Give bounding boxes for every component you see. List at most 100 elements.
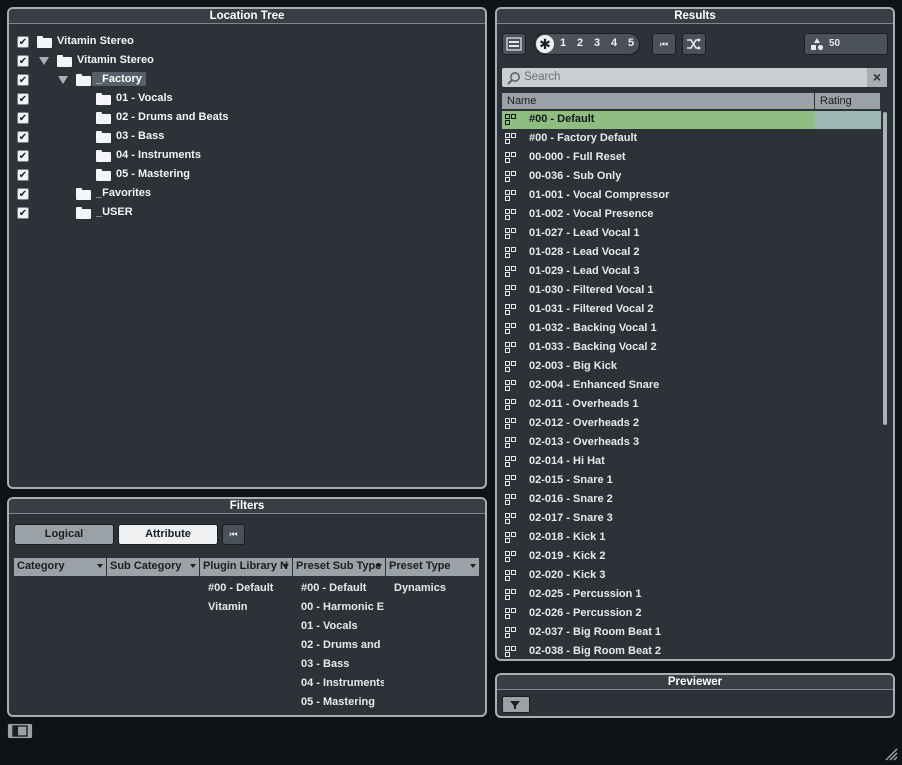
filter-value[interactable]: Dynamics: [394, 582, 478, 594]
reset-filter-button[interactable]: ⏮: [222, 524, 245, 545]
rating-column-header[interactable]: Rating: [815, 93, 881, 109]
result-row[interactable]: 02-018 - Kick 1: [502, 529, 881, 548]
tree-checkbox[interactable]: ✔: [17, 93, 29, 105]
preset-icon: [505, 361, 517, 373]
search-field[interactable]: Search ×: [502, 68, 887, 87]
result-row[interactable]: 02-017 - Snare 3: [502, 510, 881, 529]
result-row[interactable]: 01-027 - Lead Vocal 1: [502, 225, 881, 244]
preset-2[interactable]: 2: [577, 37, 583, 49]
result-row[interactable]: 01-001 - Vocal Compressor: [502, 187, 881, 206]
filter-value[interactable]: 04 - Instruments: [301, 677, 384, 689]
result-name: 01-029 - Lead Vocal 3: [529, 265, 640, 277]
result-row[interactable]: 02-013 - Overheads 3: [502, 434, 881, 453]
tree-item-label: Vitamin Stereo: [77, 54, 154, 66]
result-row[interactable]: 02-037 - Big Room Beat 1: [502, 624, 881, 643]
result-row[interactable]: 02-038 - Big Room Beat 2: [502, 643, 881, 659]
filter-column-header[interactable]: Category: [14, 558, 107, 576]
name-column-header[interactable]: Name: [502, 93, 815, 109]
result-row[interactable]: 02-014 - Hi Hat: [502, 453, 881, 472]
result-row[interactable]: #00 - Factory Default: [502, 130, 881, 149]
tree-checkbox[interactable]: ✔: [17, 112, 29, 124]
previous-button[interactable]: ⏮: [652, 33, 676, 55]
tree-checkbox[interactable]: ✔: [17, 131, 29, 143]
show-location-button[interactable]: [502, 33, 526, 55]
tree-checkbox[interactable]: ✔: [17, 55, 29, 67]
tree-checkbox[interactable]: ✔: [17, 169, 29, 181]
logical-filter-button[interactable]: Logical: [14, 524, 114, 545]
preset-number-filter[interactable]: ✱ 1 2 3 4 5: [534, 33, 640, 55]
result-row[interactable]: 00-036 - Sub Only: [502, 168, 881, 187]
result-row[interactable]: 02-012 - Overheads 2: [502, 415, 881, 434]
result-row[interactable]: 02-026 - Percussion 2: [502, 605, 881, 624]
result-row[interactable]: 01-029 - Lead Vocal 3: [502, 263, 881, 282]
result-name: 01-002 - Vocal Presence: [529, 208, 654, 220]
preset-1[interactable]: 1: [560, 37, 566, 49]
filter-value[interactable]: 00 - Harmonic Er: [301, 601, 384, 613]
preset-icon: [505, 380, 517, 392]
filter-value[interactable]: #00 - Default: [208, 582, 291, 594]
tree-checkbox[interactable]: ✔: [17, 150, 29, 162]
filter-column-header[interactable]: Preset Type: [386, 558, 480, 576]
asterisk-icon[interactable]: ✱: [536, 35, 554, 53]
tree-checkbox[interactable]: ✔: [17, 74, 29, 86]
result-row[interactable]: 02-025 - Percussion 1: [502, 586, 881, 605]
result-row[interactable]: #00 - Default: [502, 111, 881, 130]
tree-item[interactable]: ✔ 01 - Vocals: [9, 90, 485, 109]
result-row[interactable]: 02-019 - Kick 2: [502, 548, 881, 567]
result-name: 01-027 - Lead Vocal 1: [529, 227, 640, 239]
attribute-filter-button[interactable]: Attribute: [118, 524, 218, 545]
shuffle-button[interactable]: [682, 33, 706, 55]
filter-value[interactable]: 01 - Vocals: [301, 620, 384, 632]
result-row[interactable]: 01-032 - Backing Vocal 1: [502, 320, 881, 339]
folder-icon: [76, 74, 91, 86]
tree-item[interactable]: ✔ 02 - Drums and Beats: [9, 109, 485, 128]
tree-item[interactable]: ✔ 05 - Mastering: [9, 166, 485, 185]
tree-checkbox[interactable]: ✔: [17, 188, 29, 200]
tree-item[interactable]: ✔ _USER: [9, 204, 485, 223]
tree-item[interactable]: ✔ 04 - Instruments: [9, 147, 485, 166]
result-row[interactable]: 01-031 - Filtered Vocal 2: [502, 301, 881, 320]
filter-column-header[interactable]: Plugin Library N: [200, 558, 293, 576]
filter-value[interactable]: 02 - Drums and E: [301, 639, 384, 651]
rating-filter[interactable]: 50: [804, 33, 888, 55]
result-name: 01-001 - Vocal Compressor: [529, 189, 670, 201]
expand-triangle-icon[interactable]: [58, 76, 68, 84]
clear-search-icon[interactable]: ×: [867, 68, 887, 87]
result-row[interactable]: 02-003 - Big Kick: [502, 358, 881, 377]
filter-column-header[interactable]: Preset Sub Type: [293, 558, 386, 576]
expand-triangle-icon[interactable]: [39, 57, 49, 65]
layout-toggle-button[interactable]: [7, 723, 33, 739]
resize-grip-icon[interactable]: [884, 747, 898, 761]
chevron-down-icon: [470, 564, 476, 568]
chevron-down-icon: [97, 564, 103, 568]
result-row[interactable]: 01-033 - Backing Vocal 2: [502, 339, 881, 358]
tree-item[interactable]: ✔ Vitamin Stereo: [9, 33, 485, 52]
filter-value[interactable]: 05 - Mastering: [301, 696, 384, 708]
result-row[interactable]: 01-030 - Filtered Vocal 1: [502, 282, 881, 301]
result-row[interactable]: 02-020 - Kick 3: [502, 567, 881, 586]
result-row[interactable]: 02-016 - Snare 2: [502, 491, 881, 510]
filter-value[interactable]: Vitamin: [208, 601, 291, 613]
result-row[interactable]: 01-002 - Vocal Presence: [502, 206, 881, 225]
result-row[interactable]: 01-028 - Lead Vocal 2: [502, 244, 881, 263]
preset-3[interactable]: 3: [594, 37, 600, 49]
filter-column-header[interactable]: Sub Category: [107, 558, 200, 576]
preset-4[interactable]: 4: [611, 37, 617, 49]
filter-value[interactable]: #00 - Default: [301, 582, 384, 594]
tree-item[interactable]: ✔ Vitamin Stereo: [9, 52, 485, 71]
tree-checkbox[interactable]: ✔: [17, 207, 29, 219]
tree-item[interactable]: ✔ _Factory: [9, 71, 485, 90]
result-row[interactable]: 02-004 - Enhanced Snare: [502, 377, 881, 396]
result-row[interactable]: 02-011 - Overheads 1: [502, 396, 881, 415]
tree-checkbox[interactable]: ✔: [17, 36, 29, 48]
filter-value[interactable]: 03 - Bass: [301, 658, 384, 670]
results-scrollbar[interactable]: [883, 112, 887, 425]
tree-item[interactable]: ✔ 03 - Bass: [9, 128, 485, 147]
preset-icon: [505, 399, 517, 411]
result-row[interactable]: 02-015 - Snare 1: [502, 472, 881, 491]
tree-item-label: Vitamin Stereo: [57, 35, 134, 47]
preset-5[interactable]: 5: [628, 37, 634, 49]
tree-item[interactable]: ✔ _Favorites: [9, 185, 485, 204]
result-row[interactable]: 00-000 - Full Reset: [502, 149, 881, 168]
previewer-toggle-button[interactable]: [502, 696, 530, 713]
